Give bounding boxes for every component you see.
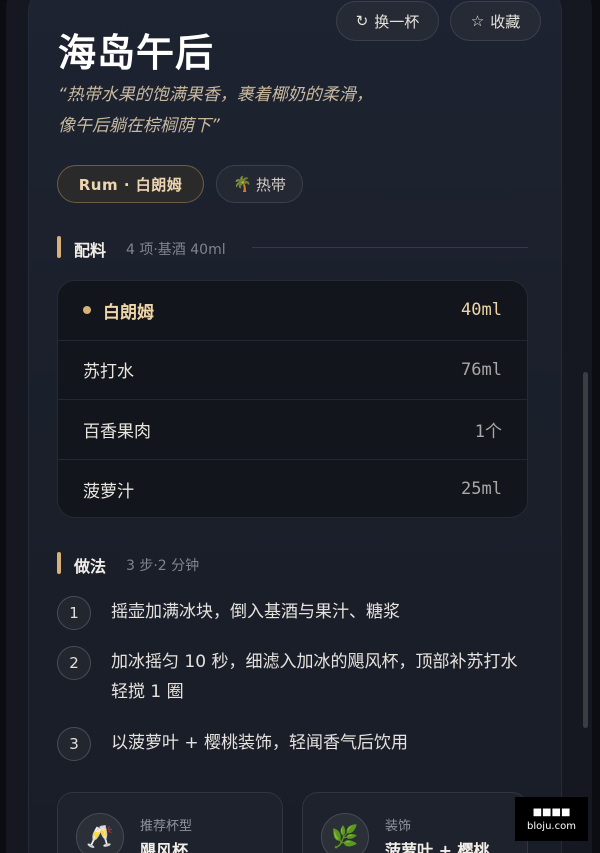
palm-tree-icon: 🌴 — [233, 175, 252, 193]
swap-drink-button[interactable]: ↻ 换一杯 — [336, 1, 439, 41]
ingredient-name: 白朗姆 — [103, 302, 154, 323]
method-step: 2 加冰摇匀 10 秒，细滤入加冰的飓风杯，顶部补苏打水轻搅 1 圈 — [57, 646, 527, 707]
ingredients-list: 白朗姆 40ml 苏打水 76ml 百香果肉 1个 菠萝汁 25ml — [57, 280, 528, 518]
ingredient-row: 百香果肉 1个 — [58, 400, 527, 460]
section-accent-bar — [57, 236, 61, 258]
garnish-label: 装饰 — [385, 819, 412, 834]
glass-value: 飓风杯 — [140, 841, 189, 853]
flavor-tag[interactable]: 🌴 热带 — [216, 165, 303, 203]
glass-info-card: 🥂 推荐杯型 飓风杯 — [57, 792, 283, 853]
favorite-button[interactable]: ☆ 收藏 — [450, 1, 541, 41]
method-subtitle: 3 步·2 分钟 — [126, 558, 200, 574]
ingredients-subtitle: 4 项·基酒 40ml — [126, 242, 226, 258]
herb-icon: 🌿 — [321, 813, 369, 853]
ingredient-amount: 25ml — [461, 479, 502, 500]
method-step: 1 摇壶加满冰块，倒入基酒与果汁、糖浆 — [57, 596, 527, 630]
ingredient-amount: 1个 — [474, 421, 502, 442]
swap-button-label: 换一杯 — [374, 12, 420, 31]
method-step: 3 以菠萝叶 + 樱桃装饰，轻闻香气后饮用 — [57, 727, 527, 761]
method-title: 做法 — [74, 557, 107, 576]
watermark-line: ■■■■ — [532, 806, 571, 818]
step-number: 2 — [57, 646, 91, 680]
ingredient-name: 苏打水 — [83, 362, 134, 383]
base-spirit-dot-icon — [83, 306, 91, 315]
watermark: ■■■■ bloju.com — [515, 797, 588, 841]
watermark-url: bloju.com — [527, 820, 576, 832]
scrollbar[interactable] — [583, 372, 588, 728]
ingredient-name: 菠萝汁 — [83, 481, 134, 502]
ingredient-amount: 76ml — [461, 359, 502, 380]
section-divider — [252, 247, 528, 248]
ingredient-row: 菠萝汁 25ml — [58, 460, 527, 518]
ingredients-title: 配料 — [74, 241, 107, 260]
favorite-button-label: 收藏 — [490, 12, 521, 31]
step-text: 摇壶加满冰块，倒入基酒与果汁、糖浆 — [111, 602, 400, 622]
flavor-tag-label: 热带 — [255, 175, 286, 194]
star-icon: ☆ — [470, 12, 485, 30]
refresh-icon: ↻ — [355, 12, 369, 30]
step-text: 加冰摇匀 10 秒，细滤入加冰的飓风杯，顶部补苏打水轻搅 1 圈 — [111, 652, 518, 702]
ingredient-amount: 40ml — [461, 300, 502, 321]
step-number: 1 — [57, 596, 91, 630]
ingredient-name: 百香果肉 — [83, 421, 151, 442]
drink-quote: “热带水果的饱满果香，裹着椰奶的柔滑，像午后躺在棕榈荫下” — [58, 85, 373, 136]
ingredient-row: 白朗姆 40ml — [58, 281, 527, 341]
drink-title: 海岛午后 — [58, 31, 215, 75]
section-accent-bar — [57, 552, 61, 574]
step-text: 以菠萝叶 + 樱桃装饰，轻闻香气后饮用 — [111, 733, 409, 753]
garnish-value: 菠萝叶 + 樱桃 — [385, 841, 490, 853]
champagne-glass-icon: 🥂 — [76, 813, 124, 853]
base-spirit-tag-label: Rum · 白朗姆 — [78, 175, 183, 194]
base-spirit-tag[interactable]: Rum · 白朗姆 — [57, 165, 204, 203]
glass-label: 推荐杯型 — [140, 819, 193, 834]
garnish-info-card: 🌿 装饰 菠萝叶 + 樱桃 — [302, 792, 528, 853]
ingredient-row: 苏打水 76ml — [58, 341, 527, 400]
step-number: 3 — [57, 727, 91, 761]
